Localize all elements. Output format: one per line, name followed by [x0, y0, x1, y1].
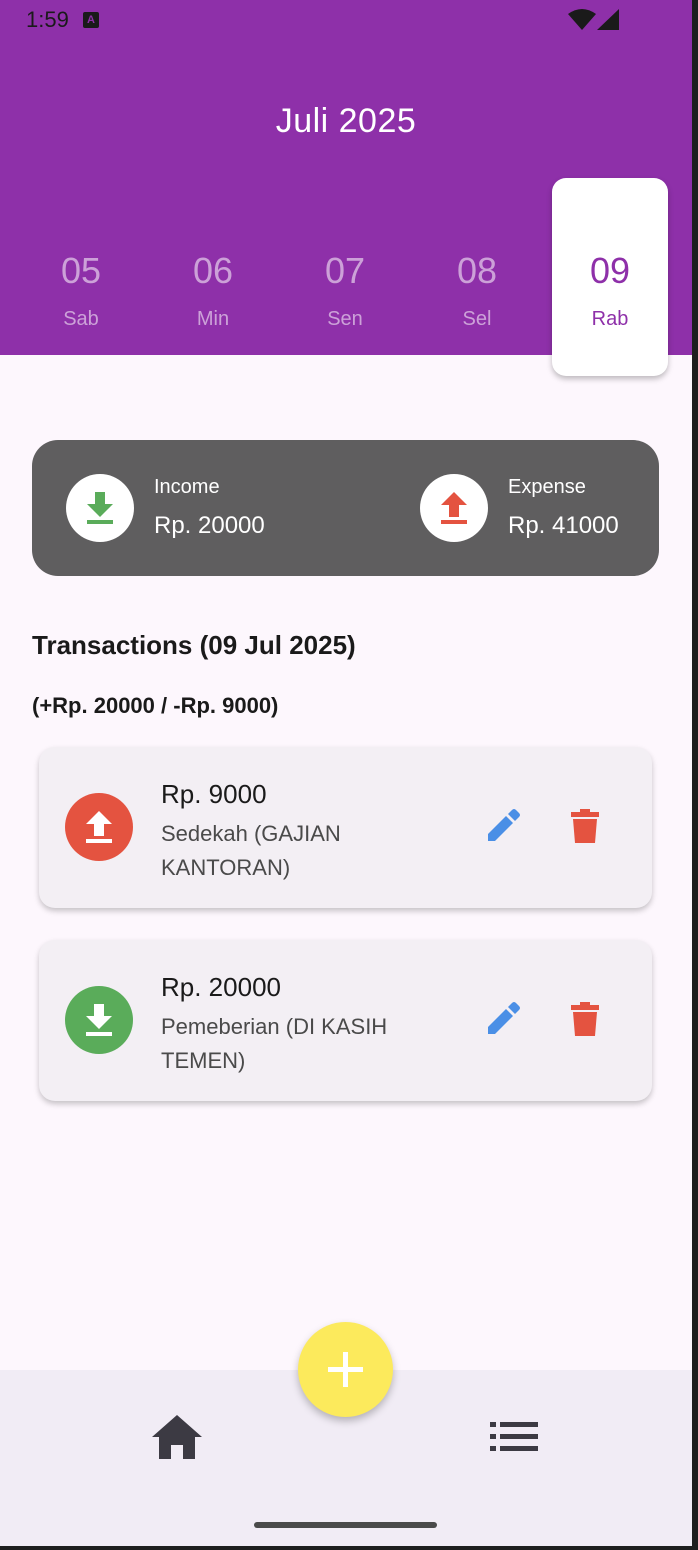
transaction-card[interactable]: Rp. 20000 Pemeberian (DI KASIH TEMEN) — [39, 940, 652, 1101]
home-icon[interactable] — [152, 1415, 202, 1459]
home-indicator — [254, 1522, 437, 1528]
day-05[interactable]: 05 Sab — [23, 178, 139, 376]
signal-icon — [597, 9, 619, 30]
day-name: Sel — [462, 308, 492, 330]
day-number: 06 — [192, 250, 234, 291]
day-name: Rab — [591, 308, 629, 330]
day-name: Sen — [327, 308, 363, 330]
income-label: Income — [154, 476, 220, 498]
upload-icon — [86, 811, 112, 843]
list-icon[interactable] — [490, 1422, 538, 1452]
transaction-amount: Rp. 20000 — [161, 972, 281, 1002]
expense-icon-circle — [65, 793, 133, 861]
screen: 1:59 A Juli 2025 05 Sab 06 Min 07 Sen 08… — [0, 0, 692, 1546]
transaction-card[interactable]: Rp. 9000 Sedekah (GAJIAN KANTORAN) — [39, 747, 652, 908]
upload-icon — [441, 492, 467, 524]
wifi-icon — [568, 9, 596, 30]
status-time: 1:59 — [26, 7, 69, 32]
transactions-subtitle: (+Rp. 20000 / -Rp. 9000) — [32, 693, 279, 718]
transaction-amount: Rp. 9000 — [161, 779, 267, 809]
income-icon-circle — [65, 986, 133, 1054]
transaction-description: Sedekah (GAJIAN KANTORAN) — [161, 821, 341, 880]
delete-icon[interactable] — [570, 809, 600, 843]
download-icon — [86, 1004, 112, 1036]
day-name: Min — [196, 308, 230, 330]
income-icon-circle — [66, 474, 134, 542]
day-number: 09 — [589, 250, 631, 291]
status-bar: 1:59 A — [0, 0, 692, 42]
delete-icon[interactable] — [570, 1002, 600, 1036]
plus-icon — [328, 1352, 363, 1387]
day-number: 07 — [324, 250, 366, 291]
transaction-description: Pemeberian (DI KASIH TEMEN) — [161, 1014, 388, 1073]
day-07[interactable]: 07 Sen — [287, 178, 403, 376]
add-transaction-button[interactable] — [298, 1322, 393, 1417]
day-09-selected[interactable]: 09 Rab — [552, 178, 668, 376]
transactions-title: Transactions (09 Jul 2025) — [32, 630, 356, 660]
summary-card: Income Rp. 20000 Expense Rp. 41000 — [32, 440, 659, 576]
a-letter-icon: A — [83, 12, 99, 28]
day-06[interactable]: 06 Min — [155, 178, 271, 376]
income-value: Rp. 20000 — [154, 512, 265, 539]
edit-icon[interactable] — [486, 1002, 520, 1036]
day-name: Sab — [63, 308, 99, 330]
download-icon — [87, 492, 113, 524]
day-number: 05 — [60, 250, 102, 291]
edit-icon[interactable] — [486, 809, 520, 843]
day-number: 08 — [456, 250, 498, 291]
expense-icon-circle — [420, 474, 488, 542]
month-title[interactable]: Juli 2025 — [0, 102, 692, 141]
day-08[interactable]: 08 Sel — [419, 178, 535, 376]
expense-value: Rp. 41000 — [508, 512, 619, 539]
expense-label: Expense — [508, 476, 586, 498]
